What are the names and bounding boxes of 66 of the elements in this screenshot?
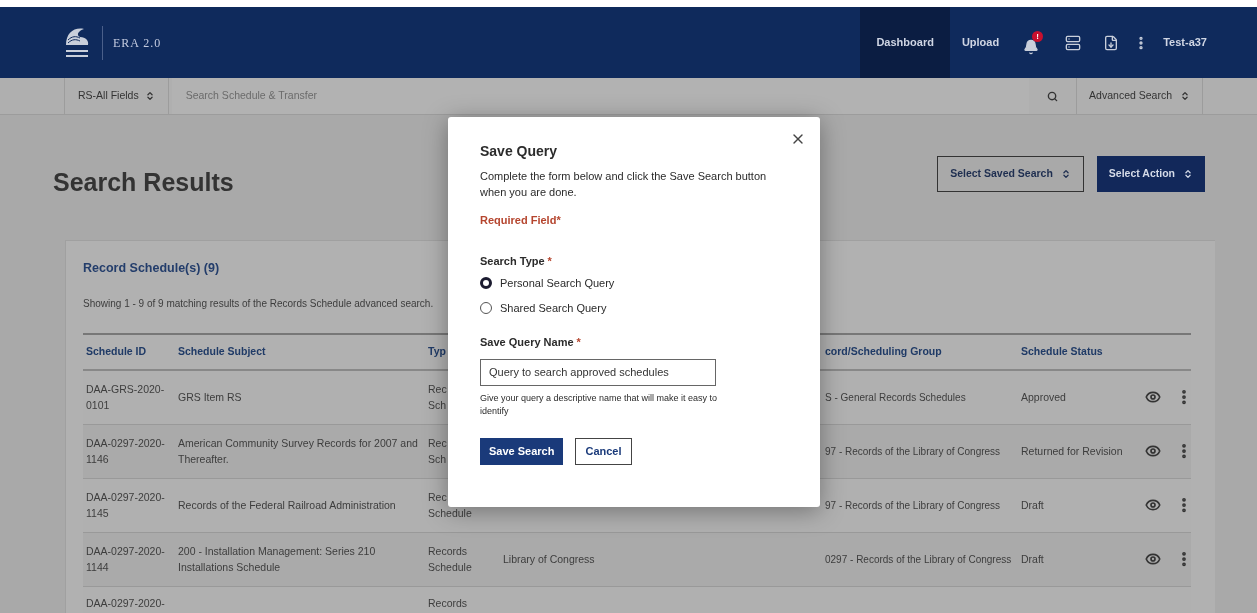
results-title: Record Schedule(s) (9) [83, 260, 220, 277]
search-mode-dropdown[interactable]: Advanced Search [1076, 78, 1203, 114]
server-icon[interactable] [1065, 34, 1082, 51]
sort-caret-icon [1180, 91, 1190, 101]
nav-tab[interactable]: Dashboard [860, 7, 950, 78]
schedule-type: Rec [428, 436, 447, 452]
column-header[interactable]: Schedule Subject [178, 344, 266, 357]
scheduling-group: 97 - Records of the Library of Congress [825, 499, 1001, 511]
page-title: Search Results [53, 166, 234, 198]
user-name[interactable]: Test-a37 [1163, 34, 1207, 51]
dialog-intro: Complete the form below and click the Save Search button when you are done. [480, 169, 768, 200]
schedule-status: Approved [1021, 391, 1066, 404]
schedule-type: Rec [428, 382, 447, 398]
scheduling-group: 0297 - Records of the Library of Congress [825, 553, 1012, 565]
field-hint: Give your query a descriptive name that will make it easy to identify [480, 391, 719, 418]
results-summary: Showing 1 - 9 of 9 matching results of the Records Schedule advanced search. [83, 296, 434, 311]
scheduling-group: S - General Records Schedules [825, 391, 966, 403]
notifications-button[interactable]: ! [1023, 30, 1044, 55]
required-note: Required Field* [480, 213, 562, 228]
schedule-id: DAA-0297-2020-1146 [86, 436, 166, 468]
schedule-type: Records [428, 595, 468, 611]
schedule-type: Sch [428, 398, 447, 414]
schedule-subject: Records of the Federal Railroad Administration [178, 498, 397, 514]
field-label: Search Type [480, 253, 545, 269]
schedule-id: DAA-0297-2020- [86, 595, 166, 611]
required-mark: * [576, 335, 581, 350]
required-mark: * [547, 253, 552, 269]
schedule-type: Sch [428, 452, 447, 468]
search-scope-dropdown[interactable]: RS-All Fields [64, 78, 169, 114]
sort-caret-icon [1183, 168, 1193, 179]
select-action-button[interactable]: Select Action [1096, 155, 1205, 192]
cancel-button[interactable]: Cancel [575, 437, 632, 465]
schedule-type: Schedule [428, 560, 472, 576]
nav-tab[interactable]: Upload [949, 7, 1012, 78]
radio-button[interactable] [480, 301, 492, 314]
scheduling-group: 97 - Records of the Library of Congress [825, 445, 1001, 457]
schedule-id: DAA-GRS-2020-0101 [86, 382, 166, 414]
field-label: Save Query Name [480, 335, 574, 350]
file-download-icon[interactable] [1103, 34, 1120, 51]
save-search-button[interactable]: Save Search [480, 437, 564, 465]
schedule-id: DAA-0297-2020-1145 [86, 490, 166, 522]
dialog-title: Save Query [480, 142, 559, 161]
select-saved-search-button[interactable]: Select Saved Search [937, 155, 1084, 192]
schedule-status: Returned for Revision [1021, 445, 1123, 458]
query-name-field[interactable]: Query to search approved schedules [480, 358, 716, 386]
schedule-type: Rec [428, 490, 447, 506]
schedule-subject: American Community Survey Records for 2007 and Thereafter. [178, 436, 418, 468]
alert-badge: ! [1032, 30, 1044, 42]
radio-option[interactable]: Personal Search Query [480, 275, 788, 292]
sort-caret-icon [144, 91, 155, 101]
agency-name: Library of Congress [503, 553, 595, 566]
schedule-subject: GRS Item RS [178, 390, 243, 406]
column-header[interactable]: cord/Scheduling Group [825, 344, 942, 357]
schedule-subject: 200 - Installation Management: Series 210 Installations Schedule [178, 544, 377, 576]
column-header[interactable]: Schedule Status [1021, 344, 1103, 357]
radio-button[interactable] [480, 277, 492, 290]
schedule-id: DAA-0297-2020-1144 [86, 544, 166, 576]
schedule-status: Draft [1021, 553, 1044, 566]
column-header[interactable]: Schedule ID [86, 344, 147, 357]
schedule-type: Schedule [428, 506, 472, 522]
column-header[interactable]: Typ [428, 344, 446, 357]
schedule-type: Records [428, 544, 468, 560]
app-name: ERA 2.0 [113, 34, 162, 52]
sort-caret-icon [1060, 168, 1071, 179]
radio-option[interactable]: Shared Search Query [480, 299, 788, 316]
schedule-status: Draft [1021, 499, 1044, 512]
